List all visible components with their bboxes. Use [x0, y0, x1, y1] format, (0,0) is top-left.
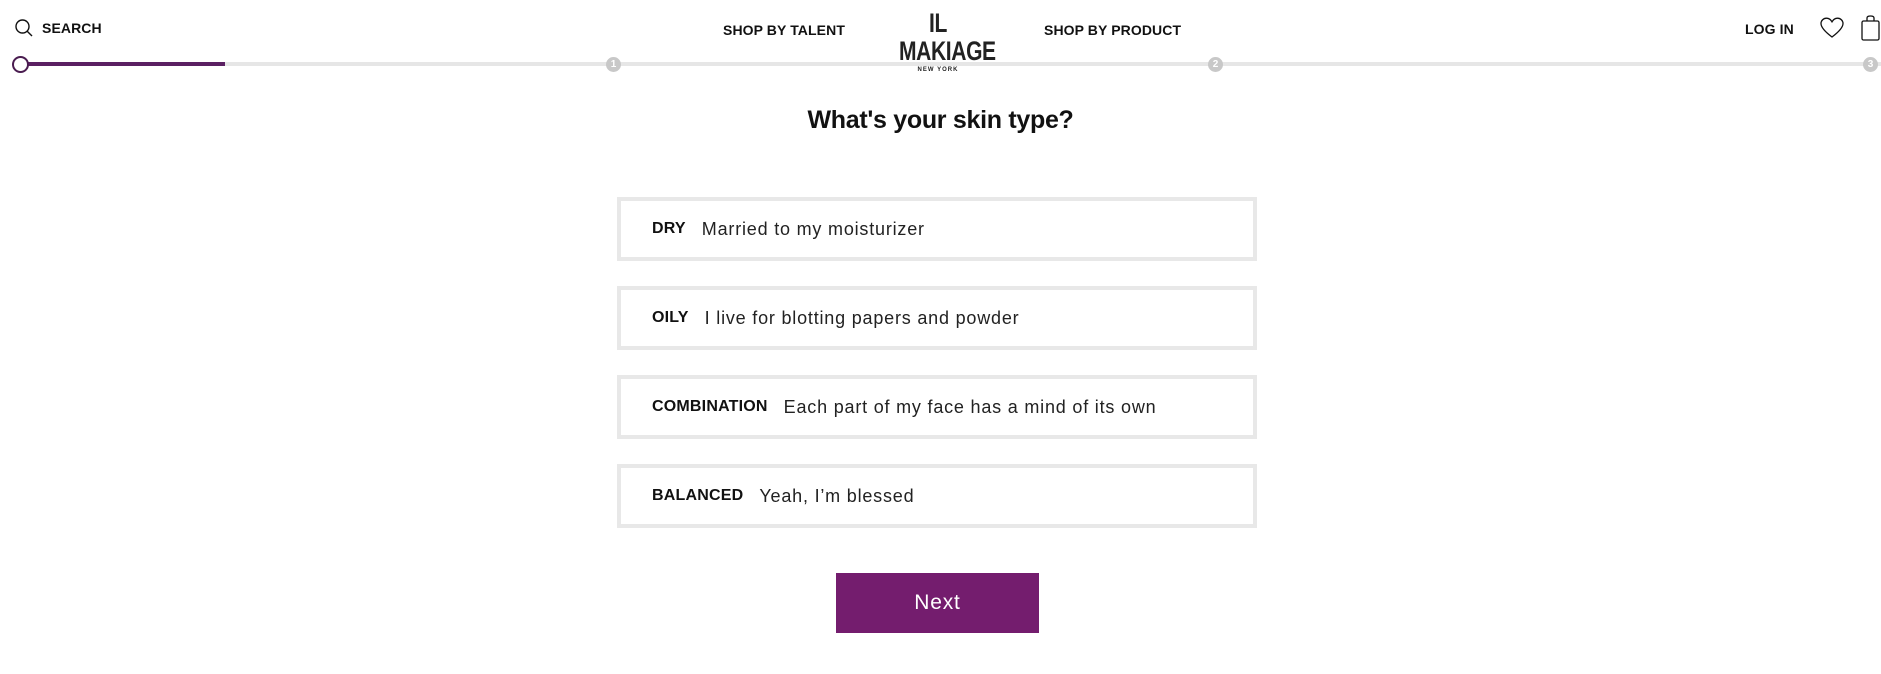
option-type-label: DRY [652, 220, 686, 237]
quiz-progress-bar: 1 2 3 [0, 56, 1881, 73]
skin-type-options: DRY Married to my moisturizer OILY I liv… [617, 197, 1257, 553]
next-button[interactable]: Next [836, 573, 1039, 633]
site-header: SEARCH SHOP BY TALENT IL MAKIAGE NEW YOR… [0, 0, 1881, 73]
progress-step-3: 3 [1863, 57, 1878, 72]
option-dry[interactable]: DRY Married to my moisturizer [617, 197, 1257, 261]
progress-start-marker [12, 56, 29, 73]
option-balanced[interactable]: BALANCED Yeah, I’m blessed [617, 464, 1257, 528]
option-type-label: OILY [652, 309, 689, 326]
nav-shop-by-talent[interactable]: SHOP BY TALENT [723, 22, 845, 38]
heart-icon[interactable] [1820, 17, 1844, 39]
login-link[interactable]: LOG IN [1745, 21, 1794, 37]
shopping-bag-icon[interactable] [1861, 15, 1881, 41]
option-type-label: COMBINATION [652, 398, 768, 415]
option-type-label: BALANCED [652, 487, 744, 504]
search-icon [15, 19, 33, 37]
progress-step-2: 2 [1208, 57, 1223, 72]
option-combination[interactable]: COMBINATION Each part of my face has a m… [617, 375, 1257, 439]
question-title: What's your skin type? [807, 106, 1074, 134]
search-button[interactable]: SEARCH [14, 18, 102, 38]
option-description: I live for blotting papers and powder [704, 307, 1020, 328]
option-oily[interactable]: OILY I live for blotting papers and powd… [617, 286, 1257, 350]
progress-track [20, 62, 1881, 66]
nav-shop-by-product[interactable]: SHOP BY PRODUCT [1044, 22, 1181, 38]
progress-fill [20, 62, 225, 66]
progress-step-1: 1 [606, 57, 621, 72]
option-description: Yeah, I’m blessed [759, 485, 915, 506]
option-description: Each part of my face has a mind of its o… [783, 396, 1157, 417]
search-label: SEARCH [42, 20, 102, 36]
option-description: Married to my moisturizer [701, 218, 925, 239]
